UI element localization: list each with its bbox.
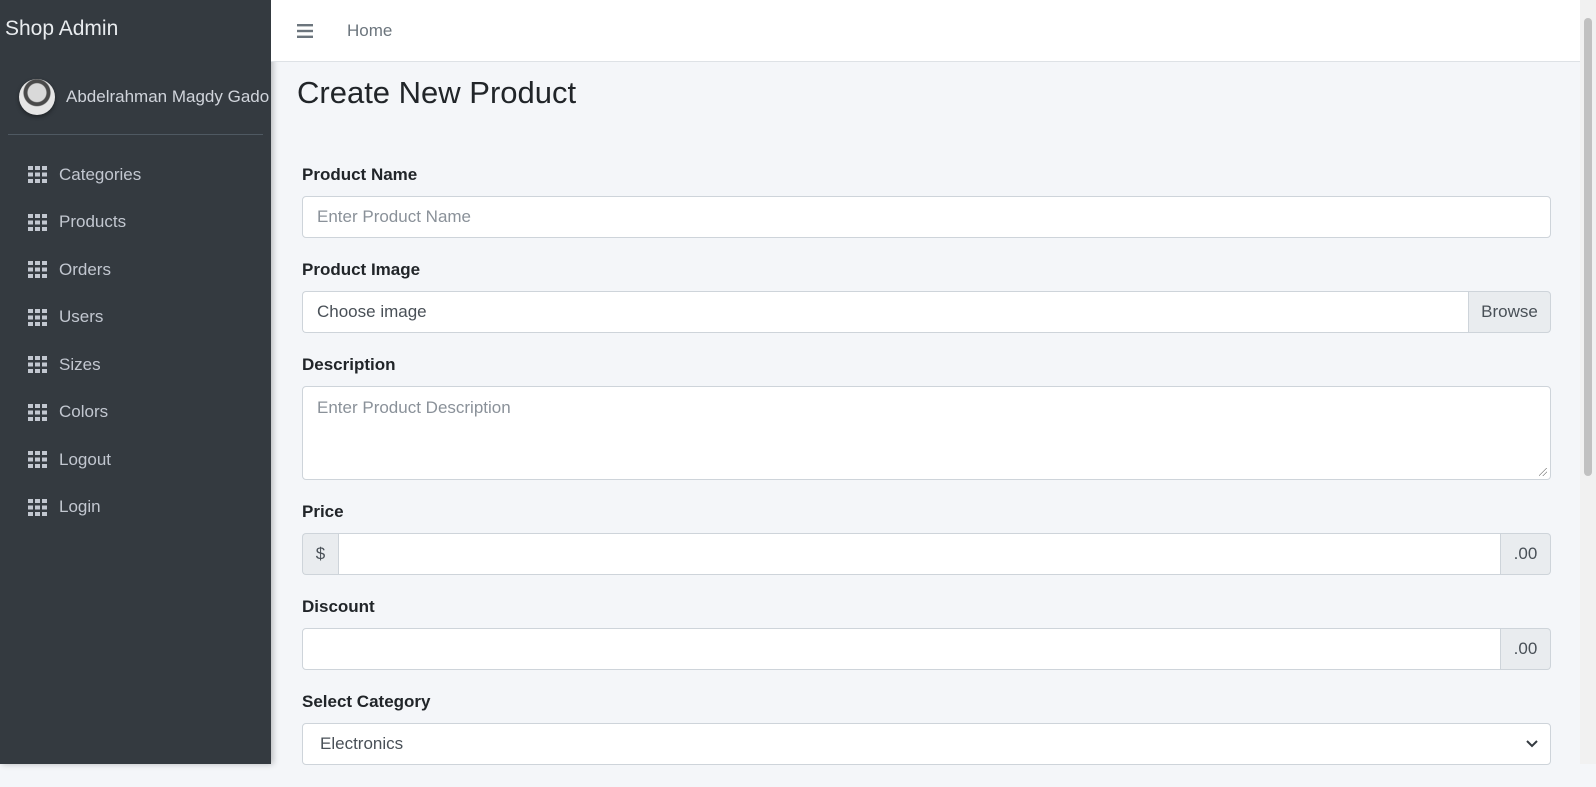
- user-panel: Abdelrahman Magdy Gado: [8, 60, 269, 135]
- avatar[interactable]: [19, 79, 55, 115]
- chevron-down-icon: [1526, 740, 1538, 748]
- file-name-display[interactable]: Choose image: [302, 291, 1468, 333]
- sidebar-item-label: Products: [59, 212, 127, 232]
- description-placeholder: Enter Product Description: [317, 398, 511, 417]
- sidebar-item-label: Orders: [59, 259, 111, 279]
- product-image-file-input[interactable]: Choose image Browse: [302, 291, 1551, 333]
- category-label: Select Category: [302, 692, 431, 711]
- description-textarea[interactable]: Enter Product Description: [302, 386, 1551, 480]
- resize-handle-icon[interactable]: [1539, 468, 1547, 476]
- sidebar-item-products[interactable]: Products: [0, 199, 271, 247]
- price-input[interactable]: [338, 533, 1501, 575]
- sidebar-item-users[interactable]: Users: [0, 294, 271, 342]
- th-grid-icon: [28, 403, 47, 421]
- sidebar-item-colors[interactable]: Colors: [0, 389, 271, 437]
- sidebar-item-orders[interactable]: Orders: [0, 246, 271, 294]
- category-selected-value: Electronics: [320, 734, 404, 753]
- hamburger-icon[interactable]: [297, 23, 313, 38]
- page-title: Create New Product: [297, 75, 577, 110]
- th-grid-icon: [28, 451, 47, 469]
- top-navbar: Home: [271, 0, 1580, 62]
- user-name[interactable]: Abdelrahman Magdy Gado: [66, 87, 269, 107]
- category-select[interactable]: Electronics: [302, 723, 1551, 765]
- product-name-placeholder: Enter Product Name: [317, 207, 472, 226]
- discount-label: Discount: [302, 597, 375, 616]
- price-group: Price $ .00: [302, 502, 1551, 575]
- th-grid-icon: [28, 166, 47, 184]
- description-group: Description Enter Product Description: [302, 355, 1551, 480]
- sidebar-nav: Categories Products Orders Users Sizes C…: [0, 135, 271, 531]
- sidebar-item-categories[interactable]: Categories: [0, 151, 271, 199]
- sidebar-item-sizes[interactable]: Sizes: [0, 341, 271, 389]
- product-name-group: Product Name Enter Product Name: [302, 165, 1551, 238]
- home-link[interactable]: Home: [347, 21, 392, 41]
- description-label: Description: [302, 355, 396, 374]
- th-grid-icon: [28, 261, 47, 279]
- discount-input[interactable]: [302, 628, 1501, 670]
- product-name-label: Product Name: [302, 165, 418, 184]
- product-image-label: Product Image: [302, 260, 421, 279]
- price-prefix: $: [302, 533, 338, 575]
- sidebar-item-label: Colors: [59, 402, 109, 422]
- price-label: Price: [302, 502, 344, 521]
- sidebar-item-label: Login: [59, 497, 101, 517]
- th-grid-icon: [28, 308, 47, 326]
- price-input-group: $ .00: [302, 533, 1551, 575]
- product-name-input[interactable]: Enter Product Name: [302, 196, 1551, 238]
- sidebar-item-label: Logout: [59, 449, 111, 469]
- sidebar-item-logout[interactable]: Logout: [0, 436, 271, 484]
- th-grid-icon: [28, 356, 47, 374]
- page-scrollbar[interactable]: [1580, 0, 1596, 764]
- sidebar-item-label: Sizes: [59, 354, 101, 374]
- sidebar-item-label: Users: [59, 307, 104, 327]
- scrollbar-thumb[interactable]: [1584, 18, 1592, 476]
- category-group: Select Category Electronics: [302, 692, 1551, 765]
- discount-suffix: .00: [1501, 628, 1551, 670]
- th-grid-icon: [28, 213, 47, 231]
- create-product-form: Product Name Enter Product Name Product …: [302, 165, 1551, 787]
- sidebar-item-login[interactable]: Login: [0, 484, 271, 532]
- discount-input-group: .00: [302, 628, 1551, 670]
- product-image-group: Product Image Choose image Browse: [302, 260, 1551, 333]
- main-content: Create New Product Product Name Enter Pr…: [271, 61, 1580, 765]
- sidebar-item-label: Categories: [59, 164, 142, 184]
- sidebar: Shop Admin Abdelrahman Magdy Gado Catego…: [0, 0, 271, 764]
- th-grid-icon: [28, 498, 47, 516]
- browse-button[interactable]: Browse: [1468, 291, 1551, 333]
- price-suffix: .00: [1501, 533, 1551, 575]
- discount-group: Discount .00: [302, 597, 1551, 670]
- brand-title[interactable]: Shop Admin: [0, 0, 271, 60]
